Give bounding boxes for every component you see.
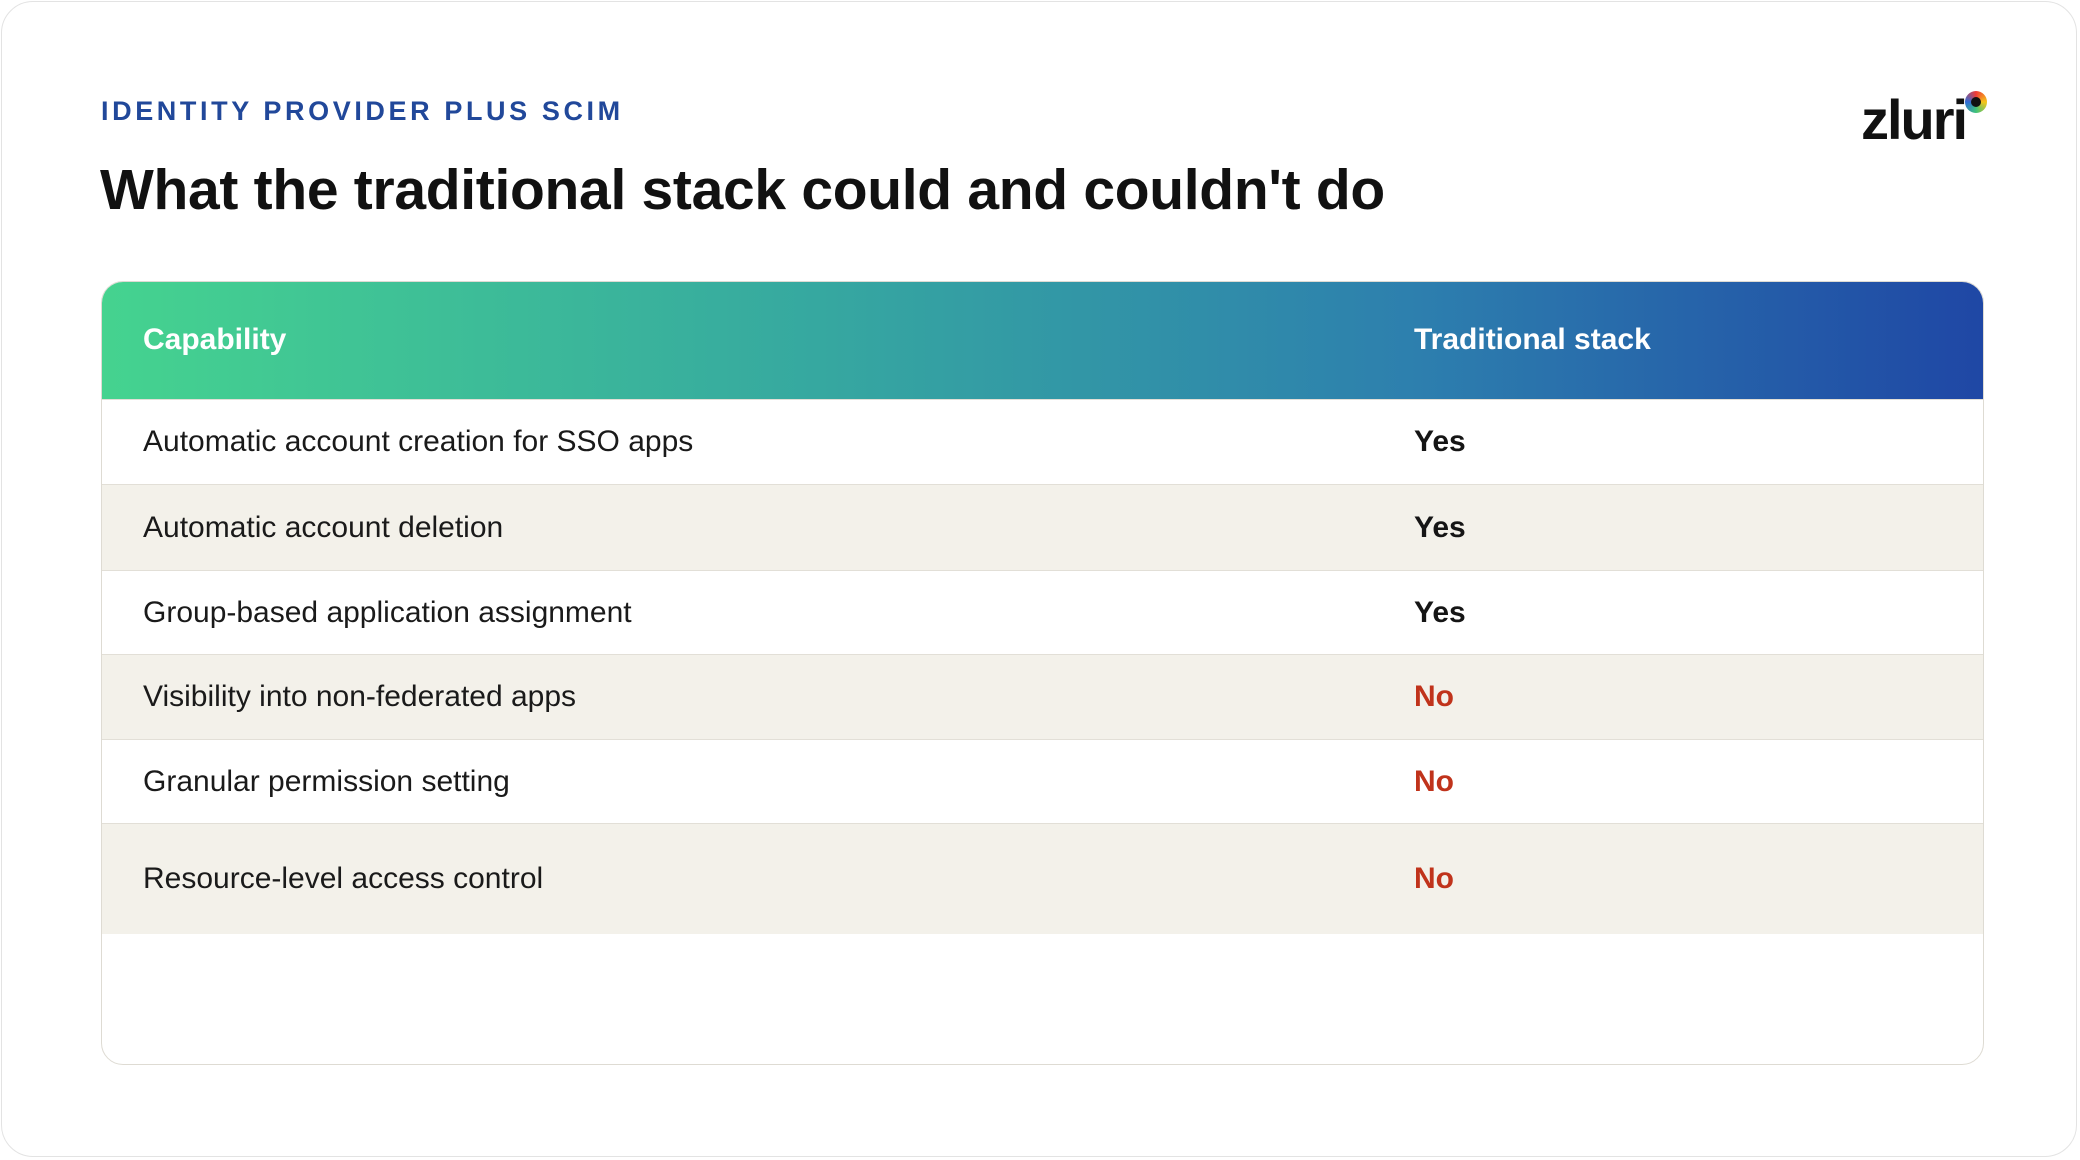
table-row: Group-based application assignment Yes: [102, 570, 1983, 654]
capability-cell: Granular permission setting: [143, 764, 510, 798]
value-cell: Yes: [1414, 595, 1466, 629]
section-eyebrow: IDENTITY PROVIDER PLUS SCIM: [101, 96, 624, 126]
logo-wordmark: zluri: [1861, 88, 1968, 151]
capability-cell: Automatic account deletion: [143, 510, 504, 544]
capability-cell: Automatic account creation for SSO apps: [143, 425, 694, 458]
table-row: Automatic account deletion Yes: [102, 484, 1983, 570]
table-row: Resource-level access control No: [102, 823, 1983, 934]
logo-dot-icon: [1965, 91, 1987, 113]
table-row: Visibility into non-federated apps No: [102, 654, 1983, 739]
table-row: Automatic account creation for SSO apps …: [102, 399, 1983, 484]
table-header: Capability Traditional stack: [102, 282, 1983, 399]
column-header-capability: Capability: [143, 323, 287, 356]
capability-cell: Resource-level access control: [143, 862, 544, 895]
table-row: Granular permission setting No: [102, 739, 1983, 823]
value-cell: No: [1414, 764, 1454, 798]
page-title: What the traditional stack could and cou…: [100, 158, 1385, 222]
value-cell: No: [1414, 680, 1454, 713]
capability-cell: Visibility into non-federated apps: [143, 680, 577, 713]
value-cell: Yes: [1414, 510, 1466, 544]
value-cell: No: [1414, 862, 1454, 895]
slide-card: IDENTITY PROVIDER PLUS SCIM What the tra…: [1, 1, 2077, 1157]
value-cell: Yes: [1414, 425, 1466, 458]
column-header-traditional-stack: Traditional stack: [1414, 323, 1651, 356]
capability-table: Capability Traditional stack Automatic a…: [101, 281, 1984, 1065]
capability-cell: Group-based application assignment: [143, 595, 632, 629]
brand-logo: zluri: [1857, 88, 1997, 152]
